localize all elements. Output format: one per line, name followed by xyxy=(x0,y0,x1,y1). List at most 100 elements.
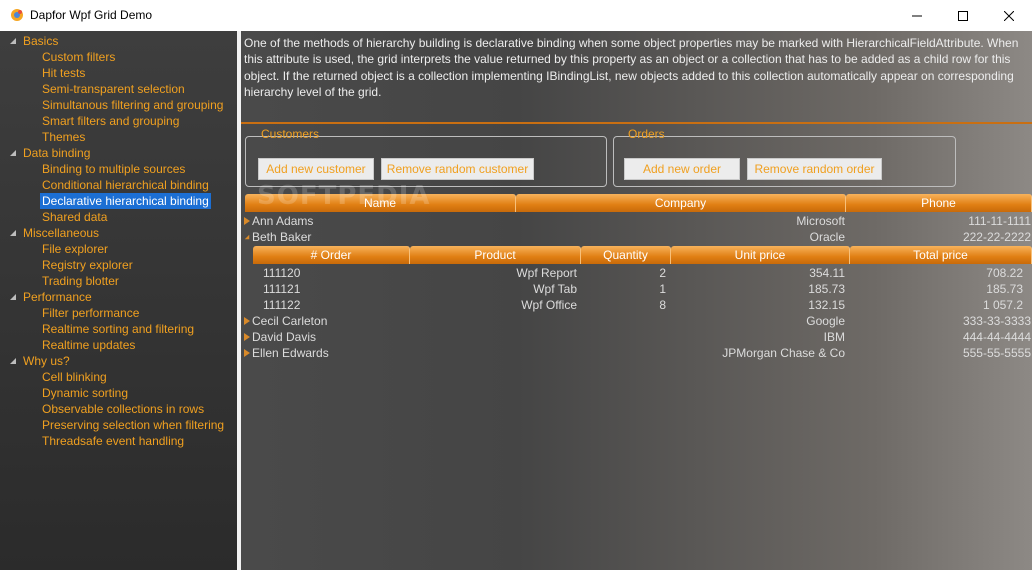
column-header-phone[interactable]: Phone xyxy=(846,194,1032,212)
tree-item[interactable]: Binding to multiple sources xyxy=(42,161,185,177)
cell-company: IBM xyxy=(823,330,845,344)
child-row[interactable]: 111121 Wpf Tab 1 185.73 185.73 xyxy=(241,281,1032,297)
table-row[interactable]: Ann Adams Microsoft 111-11-1111 xyxy=(241,213,1032,229)
cell-total-price: 1 057.2 xyxy=(982,298,1023,312)
tree-group-data-binding[interactable]: Data binding xyxy=(23,145,90,161)
tree-item[interactable]: Shared data xyxy=(42,209,107,225)
tree-group-performance[interactable]: Performance xyxy=(23,289,92,305)
child-header-order[interactable]: # Order xyxy=(253,246,410,264)
maximize-icon xyxy=(958,10,968,21)
tree-item[interactable]: Realtime updates xyxy=(42,337,135,353)
demo-panel: One of the methods of hierarchy building… xyxy=(241,31,1032,570)
tree-item[interactable]: Cell blinking xyxy=(42,369,107,385)
tree-item[interactable]: Smart filters and grouping xyxy=(42,113,179,129)
cell-phone: 222-22-2222 xyxy=(962,230,1031,244)
child-header-total-price[interactable]: Total price xyxy=(850,246,1032,264)
tree-item-selected[interactable]: Declarative hierarchical binding xyxy=(40,193,211,209)
table-row[interactable]: Beth Baker Oracle 222-22-2222 xyxy=(241,229,1032,245)
collapse-arrow-icon[interactable] xyxy=(244,233,250,241)
tree-item[interactable]: Threadsafe event handling xyxy=(42,433,184,449)
app-icon xyxy=(11,9,23,21)
collapse-arrow-icon[interactable] xyxy=(9,293,17,301)
remove-order-button[interactable]: Remove random order xyxy=(747,158,882,180)
cell-total-price: 708.22 xyxy=(986,266,1023,280)
collapse-arrow-icon[interactable] xyxy=(9,357,17,365)
child-header-quantity[interactable]: Quantity xyxy=(581,246,671,264)
collapse-arrow-icon[interactable] xyxy=(9,229,17,237)
tree-group-miscellaneous[interactable]: Miscellaneous xyxy=(23,225,99,241)
cell-company: JPMorgan Chase & Co xyxy=(722,346,845,360)
cell-name: Ellen Edwards xyxy=(252,346,329,360)
tree-item[interactable]: Observable collections in rows xyxy=(42,401,204,417)
tree-item[interactable]: Custom filters xyxy=(42,49,115,65)
cell-phone: 333-33-3333 xyxy=(962,314,1031,328)
table-row[interactable]: Cecil Carleton Google 333-33-3333 xyxy=(241,313,1032,329)
column-header-company[interactable]: Company xyxy=(516,194,846,212)
child-row[interactable]: 111122 Wpf Office 8 132.15 1 057.2 xyxy=(241,297,1032,313)
window-title: Dapfor Wpf Grid Demo xyxy=(30,8,153,22)
cell-unit-price: 185.73 xyxy=(808,282,845,296)
demo-tree[interactable]: Basics Custom filters Hit tests Semi-tra… xyxy=(0,31,237,570)
expand-arrow-icon[interactable] xyxy=(244,317,250,325)
cell-product: Wpf Office xyxy=(521,298,577,312)
tree-item[interactable]: Preserving selection when filtering xyxy=(42,417,224,433)
tree-group-basics[interactable]: Basics xyxy=(23,33,58,49)
cell-phone: 111-11-1111 xyxy=(968,214,1031,228)
cell-company: Oracle xyxy=(809,230,845,244)
title-bar: Dapfor Wpf Grid Demo xyxy=(0,0,1032,31)
cell-unit-price: 132.15 xyxy=(808,298,845,312)
add-order-button[interactable]: Add new order xyxy=(624,158,740,180)
expand-arrow-icon[interactable] xyxy=(244,217,250,225)
cell-quantity: 2 xyxy=(659,266,666,280)
expand-arrow-icon[interactable] xyxy=(244,333,250,341)
child-header-product[interactable]: Product xyxy=(410,246,581,264)
tree-item[interactable]: Simultanous filtering and grouping xyxy=(42,97,223,113)
child-row[interactable]: 111120 Wpf Report 2 354.11 708.22 xyxy=(241,265,1032,281)
remove-customer-button[interactable]: Remove random customer xyxy=(381,158,534,180)
divider xyxy=(241,122,1032,124)
cell-total-price: 185.73 xyxy=(986,282,1023,296)
table-row[interactable]: Ellen Edwards JPMorgan Chase & Co 555-55… xyxy=(241,345,1032,361)
close-icon xyxy=(1004,10,1014,21)
collapse-arrow-icon[interactable] xyxy=(9,37,17,45)
cell-name: David Davis xyxy=(252,330,317,344)
cell-company: Microsoft xyxy=(796,214,845,228)
tree-item[interactable]: Realtime sorting and filtering xyxy=(42,321,194,337)
minimize-icon xyxy=(912,15,922,16)
cell-quantity: 1 xyxy=(659,282,666,296)
cell-name: Ann Adams xyxy=(252,214,314,228)
minimize-button[interactable] xyxy=(894,0,940,31)
orders-title: Orders xyxy=(628,127,665,141)
tree-item[interactable]: Semi-transparent selection xyxy=(42,81,185,97)
cell-product: Wpf Report xyxy=(516,266,577,280)
maximize-button[interactable] xyxy=(940,0,986,31)
tree-item[interactable]: Themes xyxy=(42,129,85,145)
close-button[interactable] xyxy=(986,0,1032,31)
cell-company: Google xyxy=(806,314,845,328)
add-customer-button[interactable]: Add new customer xyxy=(258,158,374,180)
cell-phone: 444-44-4444 xyxy=(962,330,1031,344)
child-header-unit-price[interactable]: Unit price xyxy=(671,246,850,264)
cell-name: Cecil Carleton xyxy=(252,314,328,328)
customers-title: Customers xyxy=(261,127,320,141)
cell-unit-price: 354.11 xyxy=(809,266,845,280)
cell-order: 111121 xyxy=(263,282,301,296)
table-row[interactable]: David Davis IBM 444-44-4444 xyxy=(241,329,1032,345)
cell-name: Beth Baker xyxy=(252,230,312,244)
watermark: SOFTPEDIA xyxy=(257,181,431,211)
customers-groupbox: Customers Add new customer Remove random… xyxy=(245,127,607,187)
tree-group-why-us[interactable]: Why us? xyxy=(23,353,70,369)
orders-groupbox: Orders Add new order Remove random order xyxy=(613,127,956,187)
tree-item[interactable]: Hit tests xyxy=(42,65,85,81)
tree-item[interactable]: File explorer xyxy=(42,241,108,257)
tree-item[interactable]: Trading blotter xyxy=(42,273,119,289)
tree-item[interactable]: Registry explorer xyxy=(42,257,133,273)
tree-item[interactable]: Conditional hierarchical binding xyxy=(42,177,209,193)
cell-product: Wpf Tab xyxy=(533,282,577,296)
cell-order: 111122 xyxy=(263,298,301,312)
tree-item[interactable]: Filter performance xyxy=(42,305,139,321)
expand-arrow-icon[interactable] xyxy=(244,349,250,357)
collapse-arrow-icon[interactable] xyxy=(9,149,17,157)
tree-item[interactable]: Dynamic sorting xyxy=(42,385,128,401)
cell-quantity: 8 xyxy=(659,298,666,312)
